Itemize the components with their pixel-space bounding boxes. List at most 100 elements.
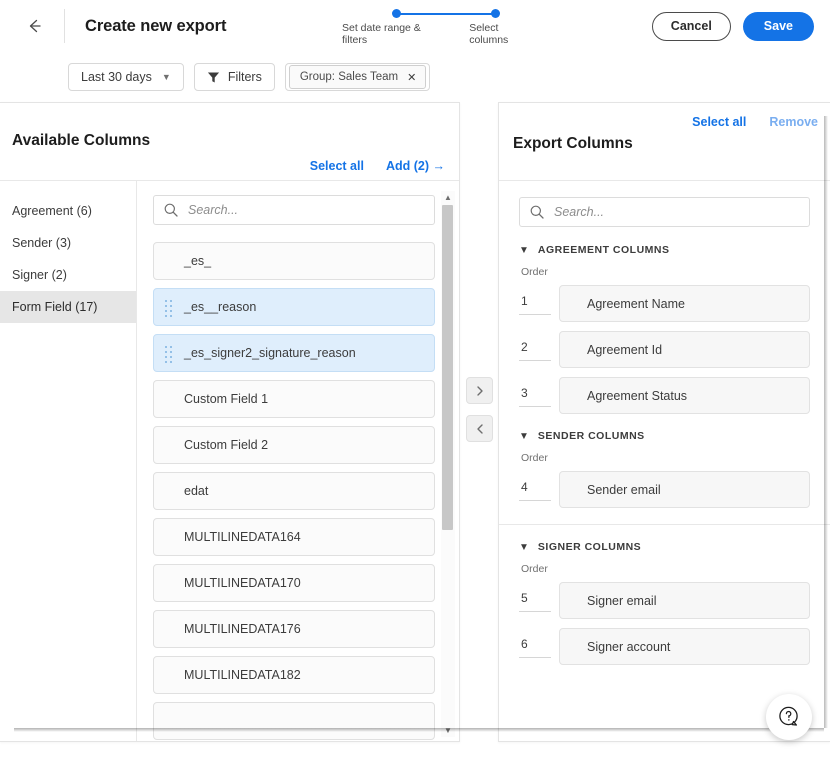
available-item-label: MULTILINEDATA182 [184, 668, 301, 682]
cancel-button[interactable]: Cancel [652, 12, 731, 41]
drag-handle-icon[interactable] [165, 300, 172, 316]
export-group-header-sender[interactable]: ▼ SENDER COLUMNS [519, 430, 810, 442]
export-remove-link[interactable]: Remove [769, 115, 818, 129]
available-item[interactable]: Custom Field 1 [153, 380, 435, 418]
page-bottom-shadow [14, 728, 824, 732]
export-item[interactable]: Agreement Name [559, 285, 810, 322]
available-select-all-link[interactable]: Select all [310, 159, 364, 173]
available-panel-title: Available Columns [12, 132, 150, 150]
order-cell: 6 [519, 628, 559, 658]
move-right-button[interactable] [466, 377, 493, 404]
export-columns-panel: Export Columns Select all Remove ▼ AGREE… [498, 102, 830, 742]
available-item-label: MULTILINEDATA170 [184, 576, 301, 590]
date-range-value: Last 30 days [81, 70, 152, 84]
order-column-label: Order [521, 266, 810, 278]
export-item[interactable]: Agreement Status [559, 377, 810, 414]
category-label: Form Field (17) [12, 300, 97, 314]
export-item-label: Agreement Status [587, 389, 687, 403]
available-item[interactable]: _es__reason [153, 288, 435, 326]
category-list: Agreement (6) Sender (3) Signer (2) Form… [0, 181, 137, 741]
order-input[interactable]: 4 [519, 480, 551, 501]
chevron-down-icon: ▼ [519, 431, 529, 442]
filter-chip-label: Group: Sales Team [300, 71, 398, 83]
export-row: 2 Agreement Id [519, 331, 810, 368]
export-item[interactable]: Signer email [559, 582, 810, 619]
export-select-all-link[interactable]: Select all [692, 115, 746, 129]
available-item[interactable]: _es_signer2_signature_reason [153, 334, 435, 372]
stepper-labels: Set date range & filters Select columns [336, 22, 536, 46]
date-range-dropdown[interactable]: Last 30 days ▼ [68, 63, 184, 91]
caret-up-icon[interactable]: ▲ [441, 191, 455, 204]
available-item[interactable] [153, 702, 435, 740]
back-button[interactable] [22, 14, 46, 38]
help-button[interactable] [766, 694, 812, 740]
export-row: 4 Sender email [519, 471, 810, 508]
category-label: Sender (3) [12, 236, 71, 250]
search-icon [163, 202, 179, 218]
arrow-right-icon: → [429, 159, 445, 173]
available-panel-header: Available Columns Select all Add (2) → [0, 103, 459, 181]
export-row: 6 Signer account [519, 628, 810, 665]
available-item[interactable]: _es_ [153, 242, 435, 280]
drag-handle-icon[interactable] [165, 346, 172, 362]
export-item[interactable]: Agreement Id [559, 331, 810, 368]
category-item-sender[interactable]: Sender (3) [0, 227, 136, 259]
available-search-box[interactable] [153, 195, 435, 225]
category-item-agreement[interactable]: Agreement (6) [0, 195, 136, 227]
group-divider [499, 524, 830, 525]
available-columns-panel: Available Columns Select all Add (2) → A… [0, 102, 460, 742]
export-panel-title: Export Columns [513, 135, 633, 153]
available-item-label: Custom Field 1 [184, 392, 268, 406]
available-list-scrollbar[interactable]: ▲ ▼ [441, 191, 455, 737]
main-content: Available Columns Select all Add (2) → A… [0, 102, 830, 750]
order-column-label: Order [521, 563, 810, 575]
available-item[interactable]: MULTILINEDATA176 [153, 610, 435, 648]
step-label-2: Select columns [469, 22, 536, 46]
order-input[interactable]: 3 [519, 386, 551, 407]
order-input[interactable]: 5 [519, 591, 551, 612]
available-item[interactable]: MULTILINEDATA170 [153, 564, 435, 602]
save-button[interactable]: Save [743, 12, 814, 41]
filters-label: Filters [228, 70, 262, 84]
scrollbar-thumb[interactable] [442, 205, 453, 530]
filters-button[interactable]: Filters [194, 63, 275, 91]
close-icon[interactable]: ✕ [407, 71, 416, 84]
export-group-title: SIGNER COLUMNS [538, 541, 641, 553]
arrow-left-icon [24, 16, 44, 36]
order-cell: 2 [519, 331, 559, 361]
available-panel-body: Agreement (6) Sender (3) Signer (2) Form… [0, 181, 459, 741]
export-item[interactable]: Signer account [559, 628, 810, 665]
step-label-1: Set date range & filters [342, 22, 442, 46]
order-input[interactable]: 2 [519, 340, 551, 361]
step-dot-2[interactable] [491, 9, 500, 18]
category-item-signer[interactable]: Signer (2) [0, 259, 136, 291]
available-item[interactable]: edat [153, 472, 435, 510]
chevron-right-icon [475, 385, 485, 397]
export-search-input[interactable] [552, 204, 809, 220]
export-search-box[interactable] [519, 197, 810, 227]
export-panel-header: Export Columns Select all Remove [499, 103, 830, 181]
export-group-header-agreement[interactable]: ▼ AGREEMENT COLUMNS [519, 244, 810, 256]
export-item-label: Agreement Name [587, 297, 685, 311]
order-input[interactable]: 6 [519, 637, 551, 658]
category-item-form-field[interactable]: Form Field (17) [0, 291, 136, 323]
filter-chip-group[interactable]: Group: Sales Team ✕ [289, 65, 426, 89]
available-item[interactable]: Custom Field 2 [153, 426, 435, 464]
export-item-label: Sender email [587, 483, 661, 497]
chevron-down-icon: ▼ [519, 542, 529, 553]
available-item[interactable]: MULTILINEDATA182 [153, 656, 435, 694]
export-group-header-signer[interactable]: ▼ SIGNER COLUMNS [519, 541, 810, 553]
add-columns-link[interactable]: Add (2) → [386, 159, 445, 173]
chevron-left-icon [475, 423, 485, 435]
step-dot-1[interactable] [392, 9, 401, 18]
order-input[interactable]: 1 [519, 294, 551, 315]
export-item-label: Signer account [587, 640, 670, 654]
header-divider [64, 9, 65, 43]
export-item[interactable]: Sender email [559, 471, 810, 508]
move-left-button[interactable] [466, 415, 493, 442]
export-row: 3 Agreement Status [519, 377, 810, 414]
available-item-list: _es_ _es__reason _es_signer2_signature_r… [153, 242, 435, 740]
available-item[interactable]: MULTILINEDATA164 [153, 518, 435, 556]
available-item-label: _es_ [184, 254, 211, 268]
available-search-input[interactable] [186, 202, 434, 218]
